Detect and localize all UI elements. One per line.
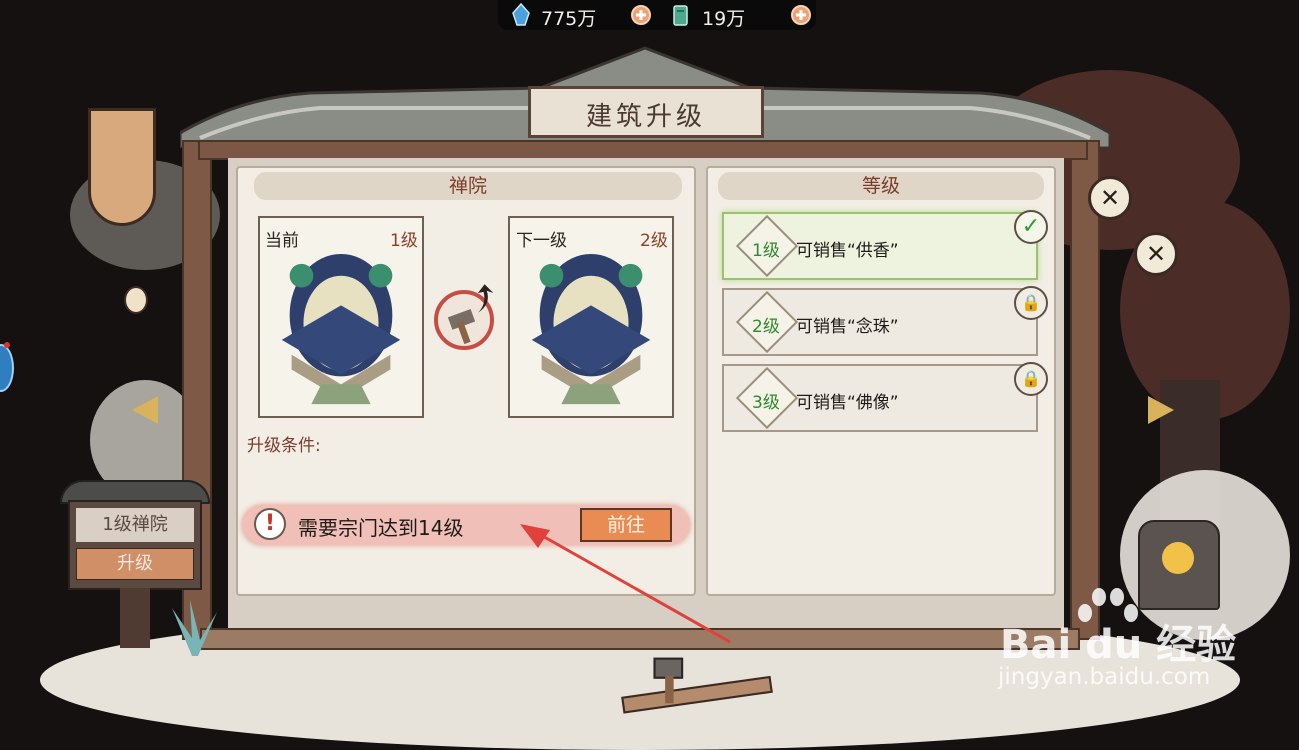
notification-dot xyxy=(4,342,10,348)
temple-building-icon xyxy=(281,253,401,405)
level-number: 1级 xyxy=(752,241,780,261)
upgrade-conditions-label: 升级条件: xyxy=(247,436,321,456)
hanging-banner xyxy=(88,108,156,226)
levels-header: 等级 xyxy=(718,172,1044,200)
level-description: 可销售“供香” xyxy=(796,241,899,261)
tools-icon xyxy=(621,657,773,714)
check-icon: ✓ xyxy=(1014,210,1048,244)
watermark-logo: Bai du 经验 xyxy=(1000,622,1237,668)
upgrade-button[interactable]: 升级 xyxy=(76,548,194,580)
temple-building-icon xyxy=(531,253,651,405)
requirement-text: 需要宗门达到14级 xyxy=(298,516,464,540)
signpost-pole xyxy=(120,588,150,648)
building-name-header: 禅院 xyxy=(254,172,682,200)
side-menu-icon[interactable] xyxy=(0,344,14,392)
top-beam xyxy=(198,140,1088,160)
annotation-arrow xyxy=(520,524,731,644)
level-description: 可销售“佛像” xyxy=(796,393,899,413)
close-icon[interactable]: ✕ xyxy=(1088,176,1132,220)
add-wood-button[interactable] xyxy=(791,5,811,25)
plant-icon xyxy=(172,600,217,656)
level-description: 可销售“念珠” xyxy=(796,317,899,337)
lantern-light xyxy=(1162,542,1194,574)
building-level-sign: 1级禅院 xyxy=(76,508,194,542)
close-icon[interactable]: ✕ xyxy=(1134,232,1178,276)
wood-count: 19万 xyxy=(702,8,746,30)
spirit-stone-count: 775万 xyxy=(541,8,597,30)
previous-arrow-icon[interactable] xyxy=(132,396,158,424)
add-spirit-stone-button[interactable] xyxy=(631,5,651,25)
hammer-icon xyxy=(447,284,494,345)
lock-icon: 🔒 xyxy=(1014,362,1048,396)
wood-icon xyxy=(673,5,688,26)
level-number: 3级 xyxy=(752,393,780,413)
watermark-url: jingyan.baidu.com xyxy=(998,664,1211,690)
spirit-stone-icon xyxy=(512,3,530,26)
level-number: 2级 xyxy=(752,317,780,337)
lock-icon: 🔒 xyxy=(1014,286,1048,320)
dialog-title: 建筑升级 xyxy=(585,102,706,132)
warning-icon: ! xyxy=(254,508,286,540)
lantern-icon xyxy=(124,286,148,314)
next-arrow-icon[interactable] xyxy=(1148,396,1174,424)
